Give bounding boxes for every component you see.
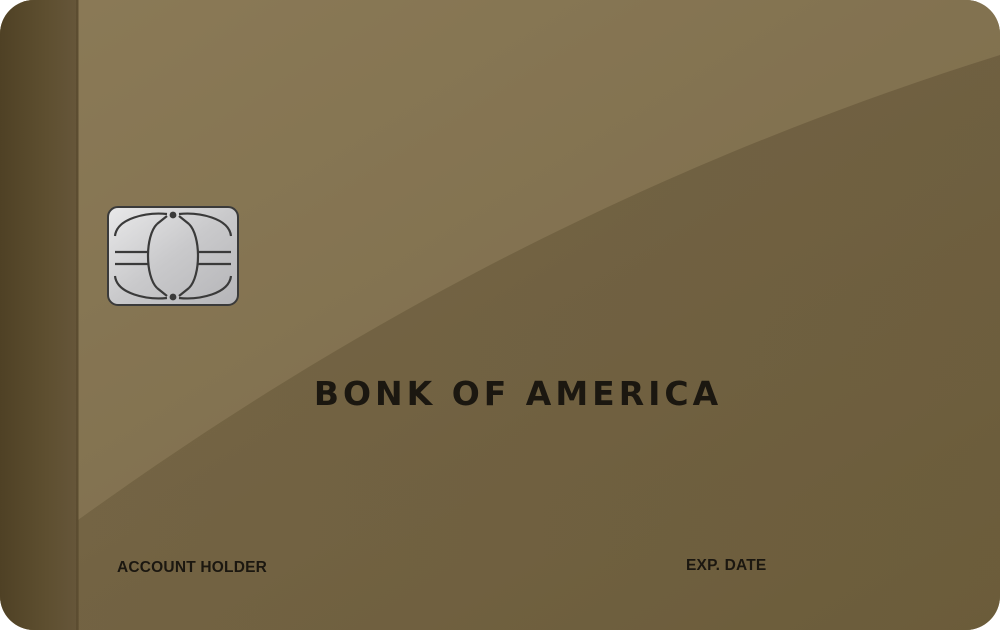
exp-date-label: EXP. DATE [686,557,767,574]
credit-card: BONK OF AMERICA ACCOUNT HOLDER EXP. DATE [0,0,1000,630]
emv-chip-icon [107,206,239,306]
bank-name: BONK OF AMERICA [313,374,723,413]
account-holder-label: ACCOUNT HOLDER [117,559,268,576]
card-background [0,0,1000,630]
